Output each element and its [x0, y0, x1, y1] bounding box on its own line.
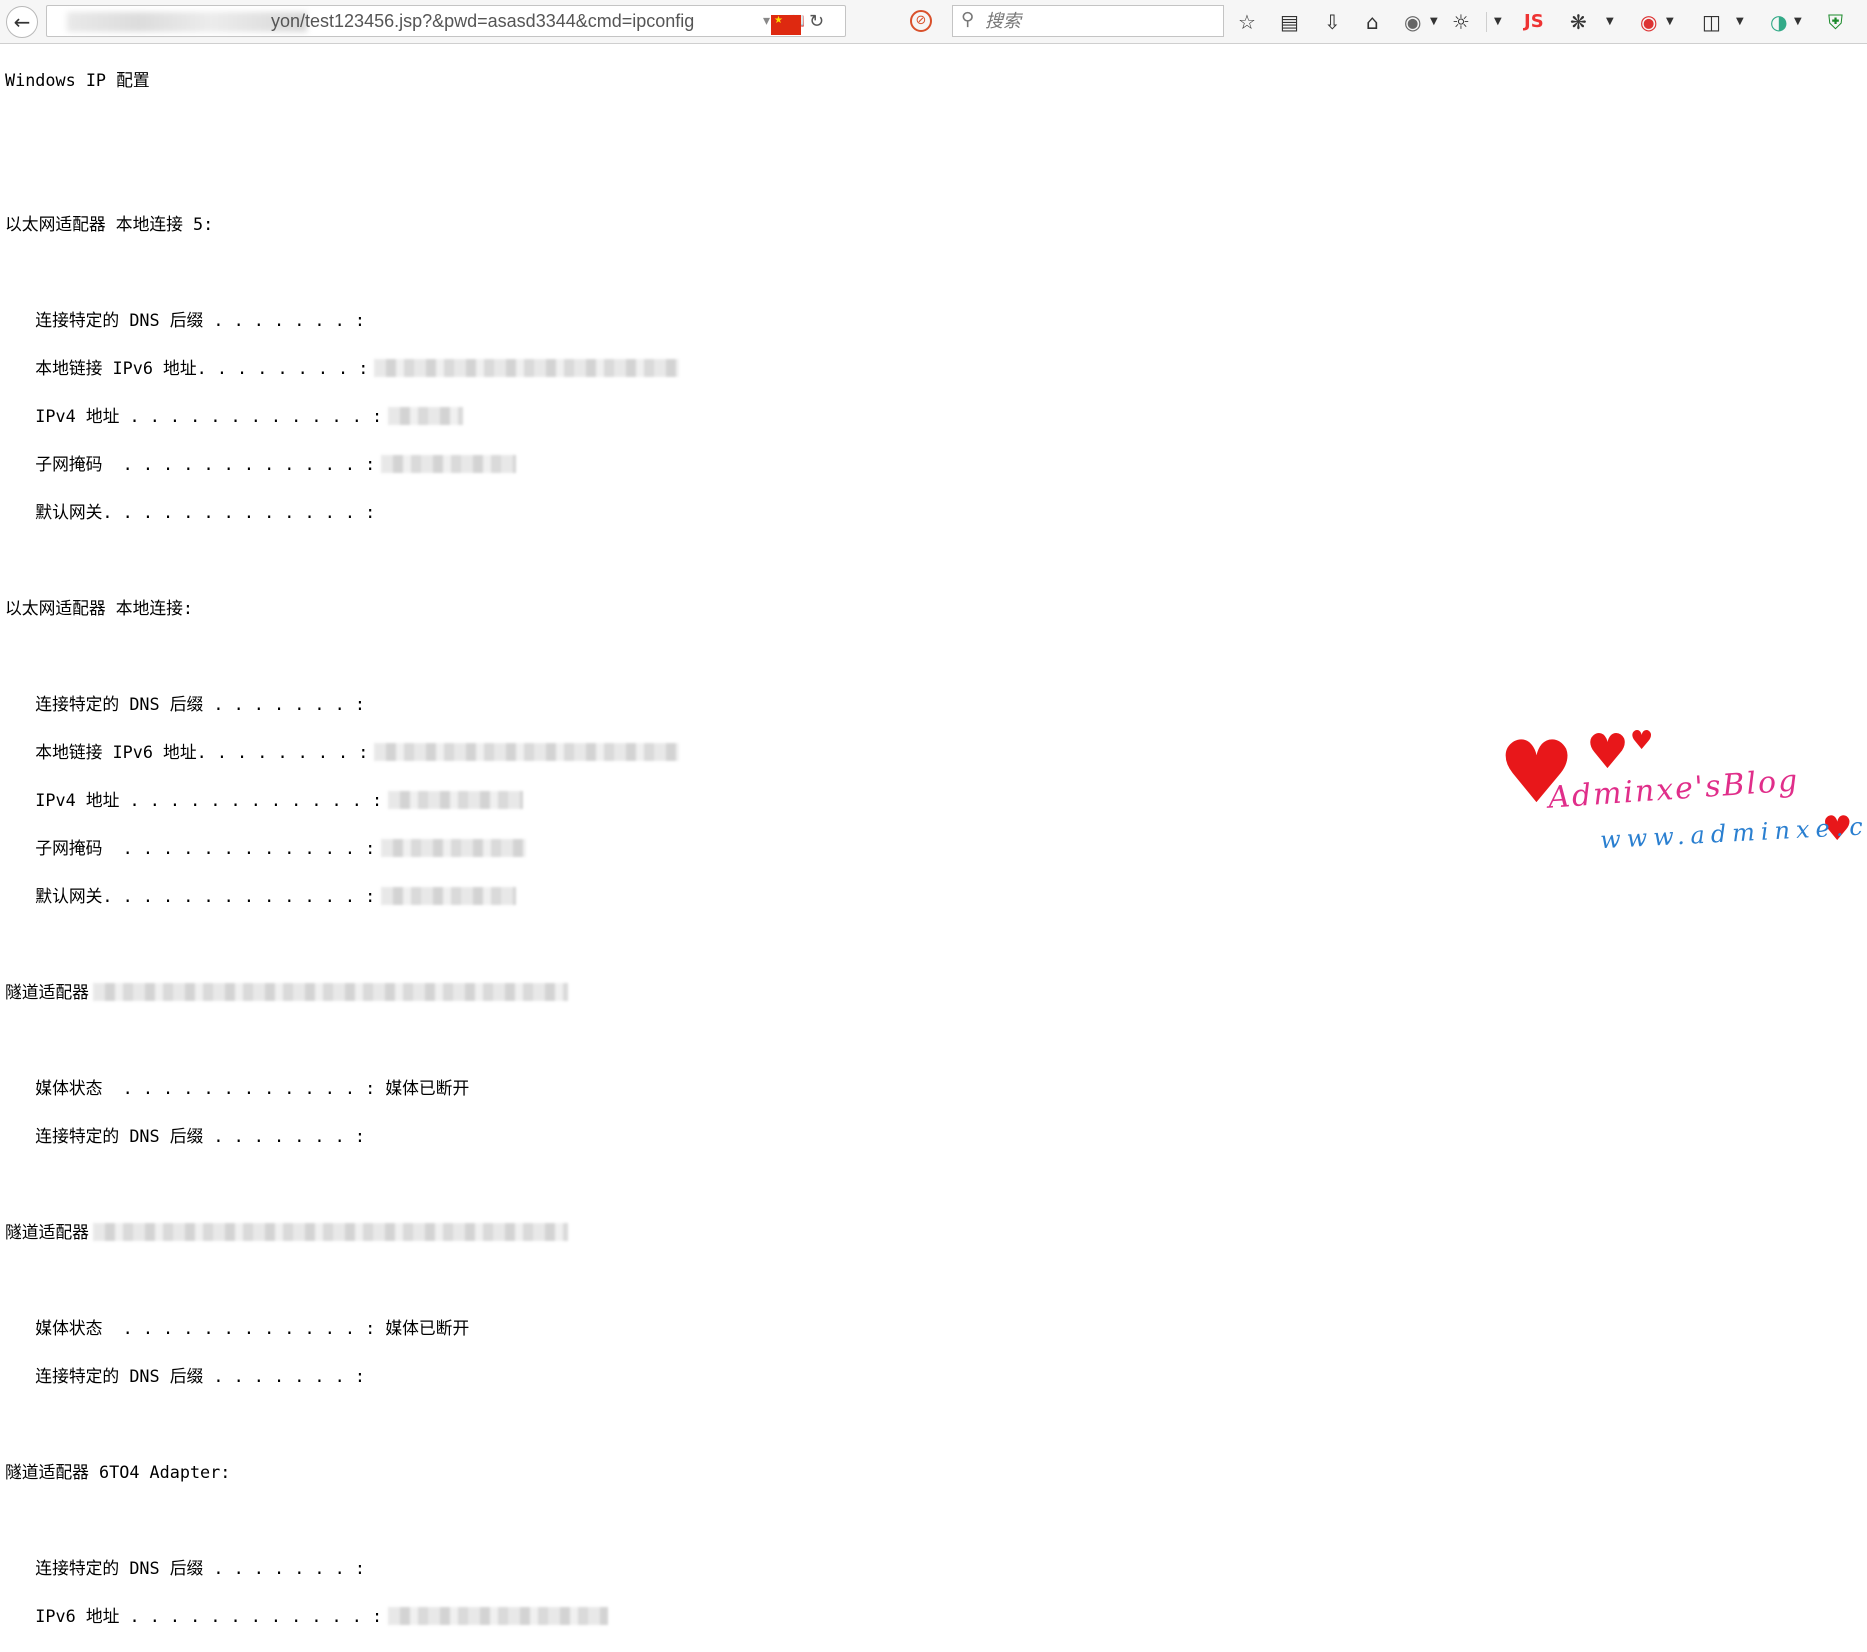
adapter-heading: 以太网适配器 本地连接 5: — [5, 214, 214, 234]
blog-watermark: ♥ ♥ ♥ ♥ Adminxe'sBlog www.adminxe.com — [1490, 720, 1867, 855]
output-line: 默认网关. . . . . . . . . . . . . : — [5, 502, 376, 522]
clipboard-icon[interactable]: ▤ — [1280, 8, 1299, 36]
output-line: 连接特定的 DNS 后缀 . . . . . . . : — [5, 1366, 365, 1386]
globe-dropdown-icon[interactable]: ▼ — [1430, 8, 1438, 36]
url-bar[interactable]: yon/test123456.jsp?&pwd=asasd3344&cmd=ip… — [46, 5, 846, 37]
firebug-icon[interactable]: ❋ — [1570, 8, 1587, 36]
output-line: Windows IP 配置 — [5, 70, 150, 90]
output-line: 默认网关. . . . . . . . . . . . . : — [5, 884, 1867, 908]
flag-cn-icon[interactable]: ★ — [771, 15, 801, 35]
dropdown-icon[interactable]: ▼ — [1736, 8, 1744, 36]
redacted-value — [374, 359, 680, 377]
redacted-value — [388, 1607, 609, 1625]
globe-icon[interactable]: ◉ — [1404, 8, 1421, 36]
output-line: 连接特定的 DNS 后缀 . . . . . . . : — [5, 310, 365, 330]
redacted-value — [92, 1223, 568, 1241]
chrome-like-icon[interactable]: ◑ — [1770, 8, 1787, 36]
output-line: 连接特定的 DNS 后缀 . . . . . . . : — [5, 1126, 365, 1146]
heart-icon: ♥ — [1586, 724, 1630, 780]
redacted-value — [381, 839, 527, 857]
redacted-value — [381, 887, 517, 905]
palette-icon[interactable]: ☼ — [1452, 8, 1470, 36]
output-line: 媒体状态 . . . . . . . . . . . . : 媒体已断开 — [5, 1318, 470, 1338]
no-script-icon[interactable]: ⊘ — [910, 10, 932, 32]
redacted-value — [374, 743, 680, 761]
output-line: 子网掩码 . . . . . . . . . . . . : — [5, 452, 1867, 476]
dropdown-icon[interactable]: ▼ — [1606, 8, 1614, 36]
output-line: 媒体状态 . . . . . . . . . . . . : 媒体已断开 — [5, 1078, 470, 1098]
dropdown-icon[interactable]: ▼ — [1494, 8, 1502, 36]
output-line: 本地链接 IPv6 地址. . . . . . . . : — [5, 356, 1867, 380]
reload-icon[interactable]: ↻ — [809, 7, 824, 37]
search-placeholder: 搜索 — [985, 11, 1021, 31]
redacted-value — [388, 791, 524, 809]
browser-toolbar: ← yon/test123456.jsp?&pwd=asasd3344&cmd=… — [0, 0, 1867, 44]
search-icon: ⚲ — [961, 9, 975, 30]
chevron-down-icon[interactable]: ▾ — [763, 6, 770, 36]
adapter-heading: 隧道适配器 — [5, 1220, 1867, 1244]
search-bar[interactable]: ⚲ 搜索 — [952, 5, 1224, 37]
adapter-heading: 以太网适配器 本地连接: — [5, 598, 194, 618]
back-icon: ← — [13, 10, 31, 34]
download-icon[interactable]: ⇩ — [1324, 8, 1341, 36]
js-toggle-icon[interactable]: JS — [1524, 8, 1544, 36]
redacted-value — [92, 983, 568, 1001]
output-line: 连接特定的 DNS 后缀 . . . . . . . : — [5, 1558, 365, 1578]
url-text[interactable]: yon/test123456.jsp?&pwd=asasd3344&cmd=ip… — [271, 6, 694, 36]
toolbar-separator — [1486, 12, 1487, 32]
redacted-value — [381, 455, 517, 473]
red-addon-icon[interactable]: ◉ — [1640, 8, 1657, 36]
adapter-heading: 隧道适配器 6TO4 Adapter: — [5, 1462, 231, 1482]
output-line: 连接特定的 DNS 后缀 . . . . . . . : — [5, 694, 365, 714]
home-icon[interactable]: ⌂ — [1366, 8, 1379, 36]
back-button[interactable]: ← — [6, 6, 38, 38]
output-line: IPv6 地址 . . . . . . . . . . . . : — [5, 1604, 1867, 1628]
dropdown-icon[interactable]: ▼ — [1794, 8, 1802, 36]
heart-icon: ♥ — [1630, 726, 1654, 756]
adapter-heading: 隧道适配器 — [5, 980, 1867, 1004]
bookmark-star-icon[interactable]: ☆ — [1238, 8, 1256, 36]
redacted-value — [388, 407, 464, 425]
dropdown-icon[interactable]: ▼ — [1666, 8, 1674, 36]
output-line: IPv4 地址 . . . . . . . . . . . . : — [5, 404, 1867, 428]
shield-icon[interactable]: ⛨ — [1828, 8, 1843, 36]
screen-icon[interactable]: ◫ — [1702, 8, 1721, 36]
